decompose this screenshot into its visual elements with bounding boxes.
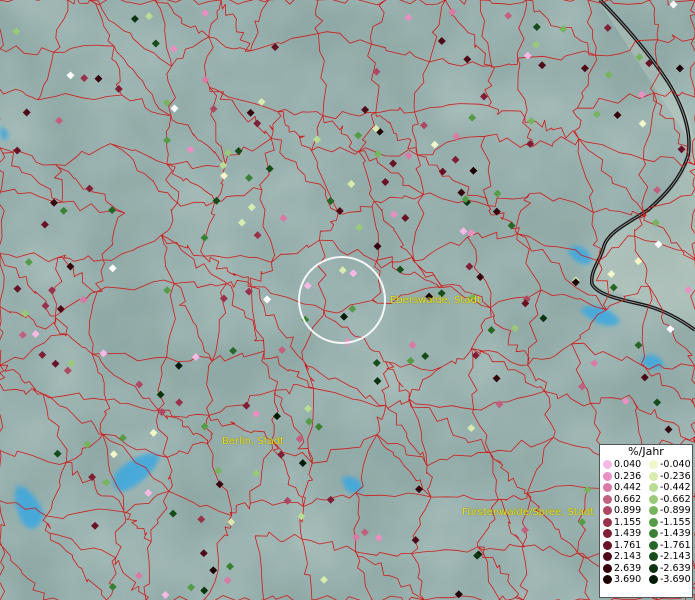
legend-rows: 0.040 -0.040 0.236 -0.236 0.442 -0.442 0.662 -0… [600, 459, 692, 586]
legend-swatch [603, 494, 612, 504]
legend-value: -2.639 [660, 562, 691, 574]
legend-entry-negative: -1.439 [646, 528, 692, 540]
legend-row: 3.690 -3.690 [600, 574, 692, 586]
legend-value: -1.761 [660, 539, 691, 551]
legend-value: -0.442 [660, 482, 691, 493]
legend-entry-negative: -0.899 [646, 505, 692, 517]
legend-entry-positive: 1.439 [600, 528, 646, 540]
legend-row: 1.155 -1.155 [600, 517, 692, 529]
map-view[interactable]: Eberswalde, Stadt Berlin, Stadt Fürstenw… [0, 0, 695, 600]
legend-swatch [649, 529, 658, 539]
legend-value: -1.155 [660, 516, 691, 528]
legend-swatch [603, 563, 612, 573]
legend-value: 1.439 [614, 528, 642, 539]
legend-swatch [649, 483, 658, 493]
legend-row: 1.761 -1.761 [600, 540, 692, 552]
legend-entry-positive: 0.442 [600, 482, 646, 494]
legend-row: 2.143 -2.143 [600, 551, 692, 563]
legend-entry-negative: -1.155 [646, 517, 692, 529]
legend-swatch [603, 552, 612, 562]
legend-swatch [603, 471, 612, 481]
legend-row: 2.639 -2.639 [600, 563, 692, 575]
legend-entry-positive: 3.690 [600, 574, 646, 586]
legend-entry-negative: -0.662 [646, 494, 692, 506]
legend-row: 1.439 -1.439 [600, 528, 692, 540]
legend-swatch [649, 540, 658, 550]
legend-swatch [649, 494, 658, 504]
legend-value: 0.040 [614, 459, 642, 470]
legend-value: 0.442 [614, 482, 642, 493]
legend-entry-negative: -2.639 [646, 563, 692, 575]
legend-swatch [603, 506, 612, 516]
legend-value: -0.899 [660, 505, 691, 516]
legend-entry-positive: 1.155 [600, 517, 646, 529]
legend-entry-positive: 2.143 [600, 551, 646, 563]
legend-swatch [603, 540, 612, 550]
legend-value: -0.236 [660, 470, 691, 482]
legend-value: 1.761 [614, 539, 642, 551]
legend-entry-positive: 1.761 [600, 540, 646, 552]
legend-value: 0.662 [614, 493, 642, 505]
legend-entry-positive: 2.639 [600, 563, 646, 575]
legend-entry-positive: 0.899 [600, 505, 646, 517]
legend-row: 0.040 -0.040 [600, 459, 692, 471]
legend-entry-negative: -2.143 [646, 551, 692, 563]
legend-title: %/Jahr [628, 445, 664, 458]
legend-value: 2.639 [614, 562, 642, 574]
legend-swatch [603, 517, 612, 527]
legend-row: 0.442 -0.442 [600, 482, 692, 494]
legend-swatch [649, 517, 658, 527]
legend-value: -0.040 [660, 459, 691, 470]
legend-entry-positive: 0.236 [600, 471, 646, 483]
legend-entry-negative: -1.761 [646, 540, 692, 552]
city-label-eberswalde: Eberswalde, Stadt [390, 295, 481, 306]
legend-value: 3.690 [614, 574, 642, 585]
legend-swatch [649, 575, 658, 585]
legend-entry-positive: 0.040 [600, 459, 646, 471]
legend-value: 0.236 [614, 470, 642, 482]
legend-swatch [603, 460, 612, 470]
legend-entry-negative: -0.040 [646, 459, 692, 471]
legend-swatch [603, 529, 612, 539]
legend-value: -3.690 [660, 574, 691, 585]
legend-value: 1.155 [614, 516, 642, 528]
legend-row: 0.662 -0.662 [600, 494, 692, 506]
legend-entry-positive: 0.662 [600, 494, 646, 506]
legend: %/Jahr 0.040 -0.040 0.236 -0.236 0.442 -0.442… [599, 444, 693, 598]
legend-swatch [603, 575, 612, 585]
legend-row: 0.899 -0.899 [600, 505, 692, 517]
legend-swatch [649, 471, 658, 481]
legend-row: 0.236 -0.236 [600, 471, 692, 483]
city-label-fuerstenwalde: Fürstenwalde/Spree, Stadt [462, 507, 595, 518]
legend-swatch [649, 506, 658, 516]
legend-value: -2.143 [660, 551, 691, 562]
legend-entry-negative: -3.690 [646, 574, 692, 586]
legend-value: -0.662 [660, 493, 691, 505]
legend-swatch [603, 483, 612, 493]
legend-value: -1.439 [660, 528, 691, 539]
legend-entry-negative: -0.236 [646, 471, 692, 483]
legend-swatch [649, 552, 658, 562]
legend-value: 0.899 [614, 505, 642, 516]
legend-swatch [649, 563, 658, 573]
legend-entry-negative: -0.442 [646, 482, 692, 494]
city-label-berlin: Berlin, Stadt [222, 436, 285, 447]
legend-swatch [649, 460, 658, 470]
legend-value: 2.143 [614, 551, 642, 562]
